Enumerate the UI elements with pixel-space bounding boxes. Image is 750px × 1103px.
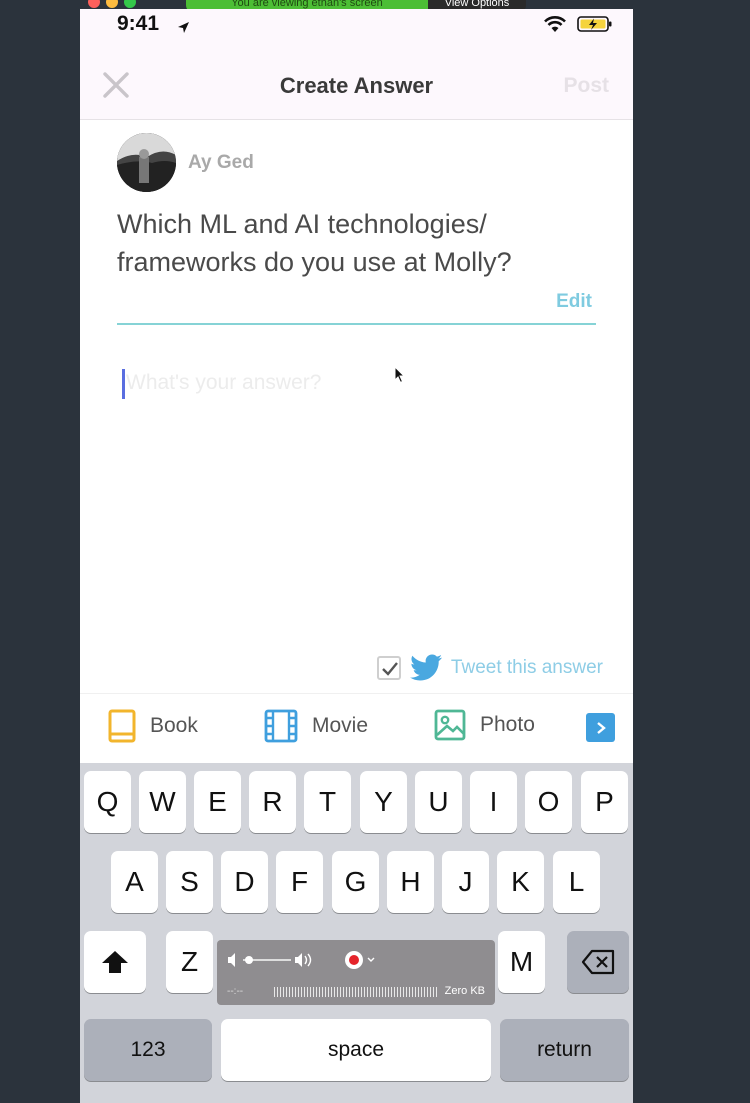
- more-attachments-button[interactable]: [586, 713, 615, 742]
- mouse-cursor-icon: [394, 366, 406, 384]
- key-g[interactable]: G: [332, 851, 379, 913]
- key-j[interactable]: J: [442, 851, 489, 913]
- key-h[interactable]: H: [387, 851, 434, 913]
- record-button-icon[interactable]: [344, 950, 378, 970]
- edit-question-link[interactable]: Edit: [556, 291, 592, 313]
- numbers-key[interactable]: 123: [84, 1019, 212, 1081]
- question-divider: [117, 323, 596, 325]
- return-key[interactable]: return: [500, 1019, 629, 1081]
- backspace-icon: [581, 949, 615, 975]
- window-zoom-dot[interactable]: [124, 0, 136, 8]
- image-icon: [434, 709, 466, 741]
- audio-recorder-overlay: --:-- Zero KB: [217, 940, 495, 1005]
- key-y[interactable]: Y: [360, 771, 407, 833]
- book-icon: [108, 709, 136, 743]
- wifi-icon: [544, 16, 566, 32]
- author-avatar[interactable]: [117, 133, 176, 192]
- attach-movie-label: Movie: [312, 714, 369, 737]
- key-q[interactable]: Q: [84, 771, 131, 833]
- backspace-key[interactable]: [567, 931, 629, 993]
- tweet-option: Tweet this answer: [376, 654, 603, 682]
- key-a[interactable]: A: [111, 851, 158, 913]
- phone-screen: 9:41 Create Answer Post Ay Ged Which ML …: [80, 9, 633, 1103]
- window-minimize-dot[interactable]: [106, 0, 118, 8]
- answer-placeholder: What's your answer?: [126, 371, 322, 394]
- key-z[interactable]: Z: [166, 931, 213, 993]
- recording-time: --:--: [227, 986, 244, 997]
- window-close-dot[interactable]: [88, 0, 100, 8]
- key-p[interactable]: P: [581, 771, 628, 833]
- shift-arrow-icon: [102, 951, 128, 973]
- answer-input[interactable]: What's your answer?: [122, 367, 592, 667]
- shift-key[interactable]: [84, 931, 146, 993]
- author-name[interactable]: Ay Ged: [188, 152, 254, 174]
- key-k[interactable]: K: [497, 851, 544, 913]
- key-f[interactable]: F: [276, 851, 323, 913]
- status-time: 9:41: [117, 12, 160, 35]
- attach-movie-button[interactable]: Movie: [264, 709, 368, 743]
- key-u[interactable]: U: [415, 771, 462, 833]
- tweet-checkbox[interactable]: [376, 656, 401, 680]
- chevron-right-icon: [596, 721, 606, 734]
- twitter-bird-icon: [409, 654, 442, 681]
- recording-size: Zero KB: [444, 985, 485, 997]
- screen-share-viewer: You are viewing ethan's screen View Opti…: [0, 0, 750, 1103]
- status-bar: 9:41: [80, 9, 633, 49]
- key-w[interactable]: W: [139, 771, 186, 833]
- nav-bar: Create Answer Post: [80, 49, 633, 120]
- battery-charging-icon: [577, 16, 612, 32]
- avatar-photo: [117, 133, 176, 192]
- keyboard: Q W E R T Y U I O P A S D F G H J K L Z …: [80, 763, 633, 1103]
- key-l[interactable]: L: [553, 851, 600, 913]
- key-r[interactable]: R: [249, 771, 296, 833]
- audio-level-meter: [274, 987, 437, 997]
- attach-book-button[interactable]: Book: [108, 709, 198, 743]
- attachment-bar: Book Movie Photo: [80, 693, 633, 763]
- text-caret: [122, 369, 125, 399]
- space-key[interactable]: space: [221, 1019, 491, 1081]
- key-i[interactable]: I: [470, 771, 517, 833]
- key-s[interactable]: S: [166, 851, 213, 913]
- volume-slider[interactable]: [227, 952, 317, 968]
- key-d[interactable]: D: [221, 851, 268, 913]
- status-icons: [543, 15, 613, 33]
- question-text: Which ML and AI technologies/ frameworks…: [117, 209, 512, 277]
- key-o[interactable]: O: [525, 771, 572, 833]
- attach-book-label: Book: [150, 714, 198, 737]
- key-m[interactable]: M: [498, 931, 545, 993]
- page-title: Create Answer: [279, 73, 434, 98]
- film-icon: [264, 709, 298, 743]
- attach-photo-button[interactable]: Photo: [434, 709, 535, 741]
- key-t[interactable]: T: [304, 771, 351, 833]
- post-button[interactable]: Post: [563, 74, 609, 98]
- checkmark-icon: [382, 662, 398, 676]
- location-arrow-icon: [178, 22, 189, 33]
- tweet-label[interactable]: Tweet this answer: [451, 657, 603, 679]
- key-e[interactable]: E: [194, 771, 241, 833]
- attach-photo-label: Photo: [480, 713, 535, 736]
